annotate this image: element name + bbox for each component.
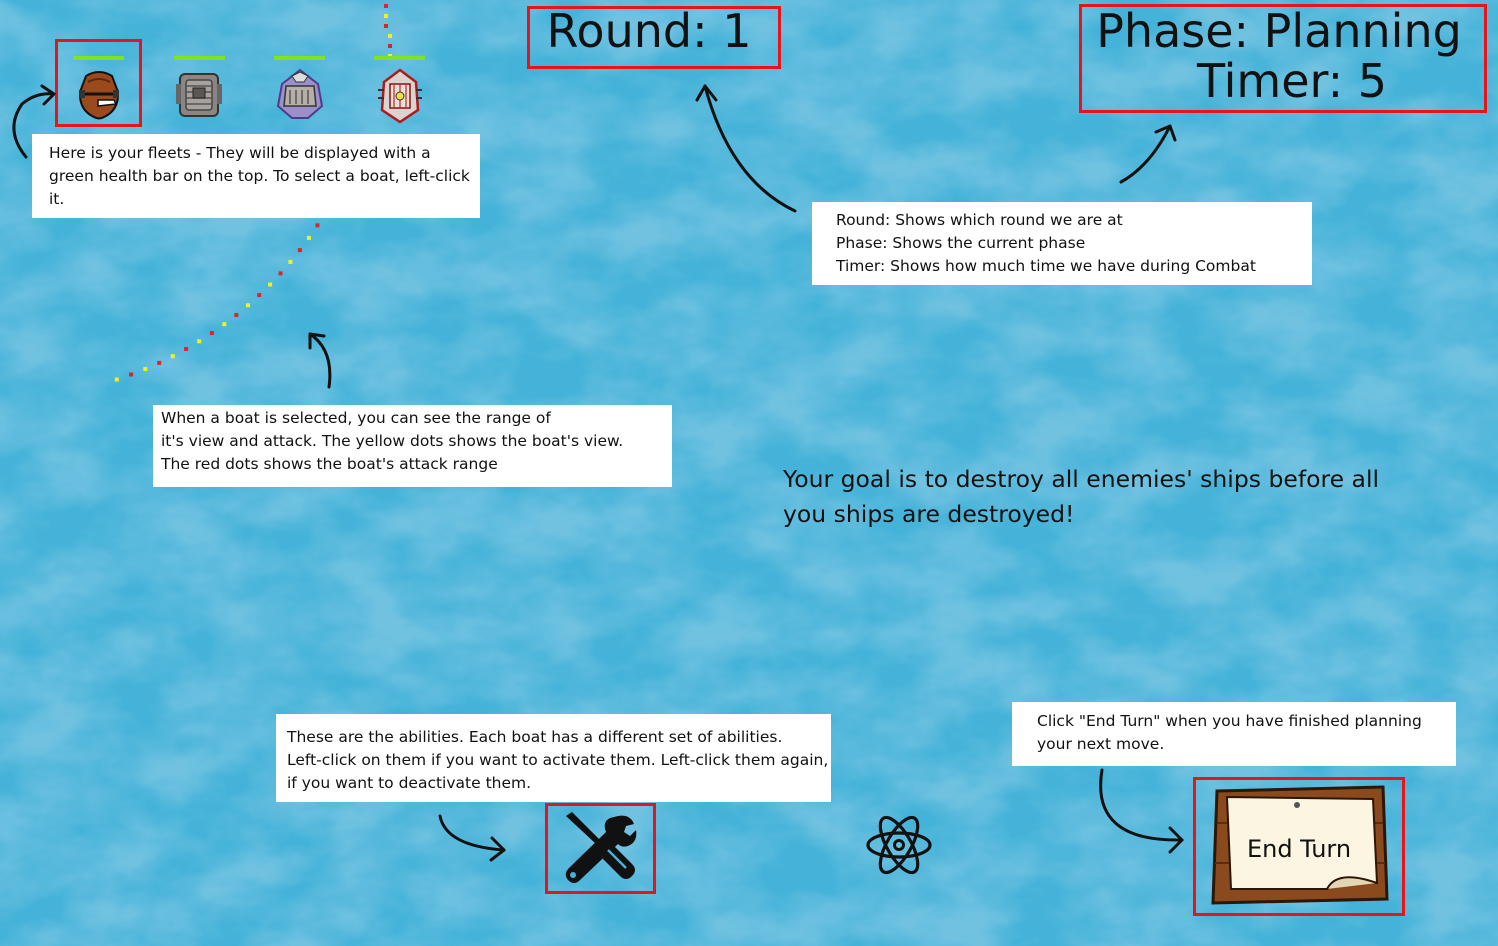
arrow-to-phase — [1119, 124, 1172, 184]
arrow-to-round — [703, 84, 797, 213]
arrow-to-range — [308, 332, 332, 389]
arrow-to-abilities — [438, 814, 506, 852]
tutorial-arrows — [12, 84, 1184, 862]
arrow-to-fleet — [12, 92, 56, 159]
